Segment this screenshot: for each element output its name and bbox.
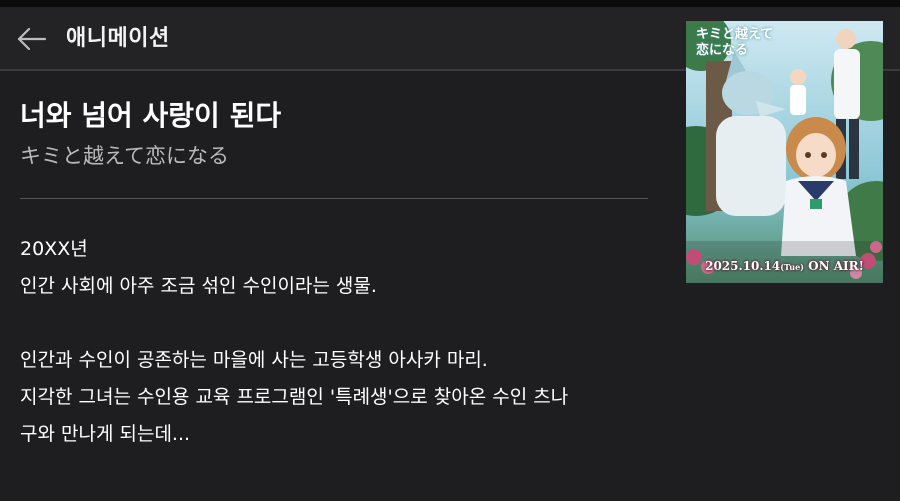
window-top-edge (0, 0, 900, 7)
anime-description: 20XX년 인간 사회에 아주 조금 섞인 수인이라는 생물. 인간과 수인이 … (20, 231, 660, 453)
anime-title: 너와 넘어 사랑이 된다 (20, 99, 282, 132)
arrow-left-icon (17, 27, 47, 51)
anime-poster[interactable]: キミと越えて恋になる 2025.10.14(Tue) ON AIR! (686, 21, 883, 283)
description-line: 20XX년 (20, 238, 88, 260)
air-day: (Tue) (780, 262, 804, 272)
back-button[interactable] (12, 21, 52, 57)
header-title: 애니메이션 (66, 26, 170, 51)
anime-original-title: キミと越えて恋になる (20, 144, 229, 168)
description-line: 인간 사회에 아주 조금 섞인 수인이라는 생물. (20, 275, 377, 297)
poster-air-date: 2025.10.14(Tue) ON AIR! (686, 259, 883, 273)
poster-logo: キミと越えて恋になる (696, 27, 774, 58)
description-line: 지각한 그녀는 수인용 교육 프로그램인 '특례생'으로 찾아온 수인 츠나 (20, 386, 569, 408)
poster-artwork (686, 21, 883, 283)
description-line (20, 305, 660, 342)
description-line: 구와 만나게 되는데... (20, 423, 191, 445)
description-line: 인간과 수인이 공존하는 마을에 사는 고등학생 아사카 마리. (20, 349, 488, 371)
divider (20, 198, 648, 199)
air-label: ON AIR! (808, 259, 864, 273)
air-date: 2025.10.14 (705, 259, 781, 273)
